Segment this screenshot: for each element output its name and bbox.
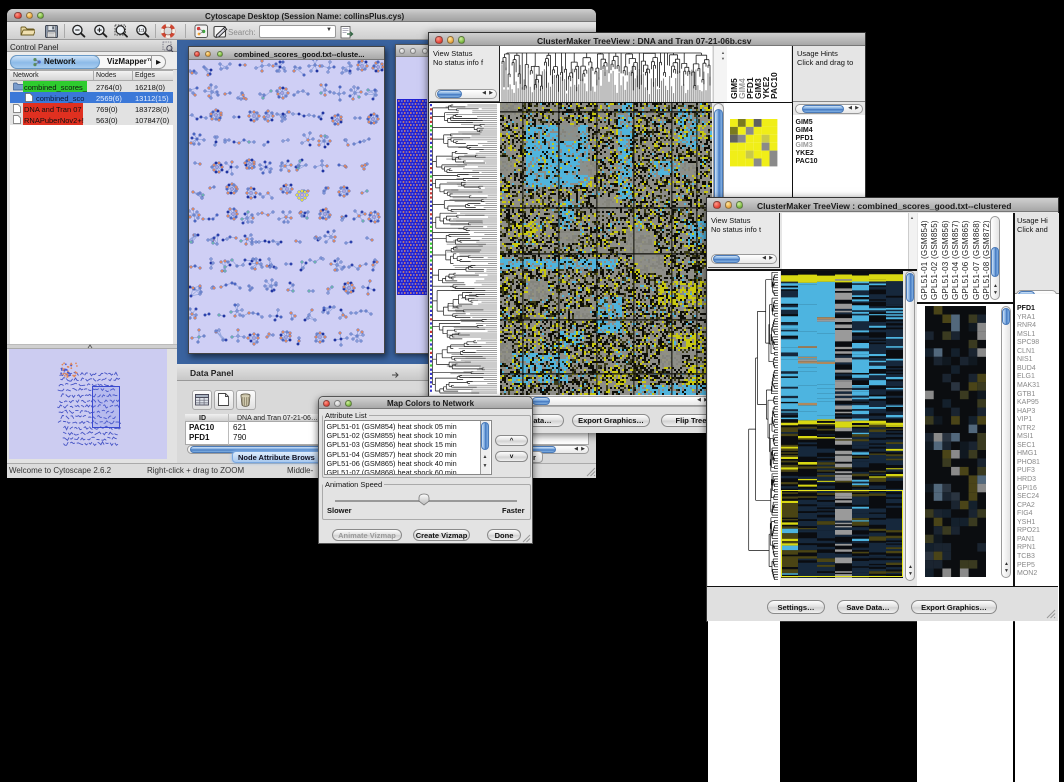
svg-text:1:1: 1:1: [138, 28, 145, 33]
